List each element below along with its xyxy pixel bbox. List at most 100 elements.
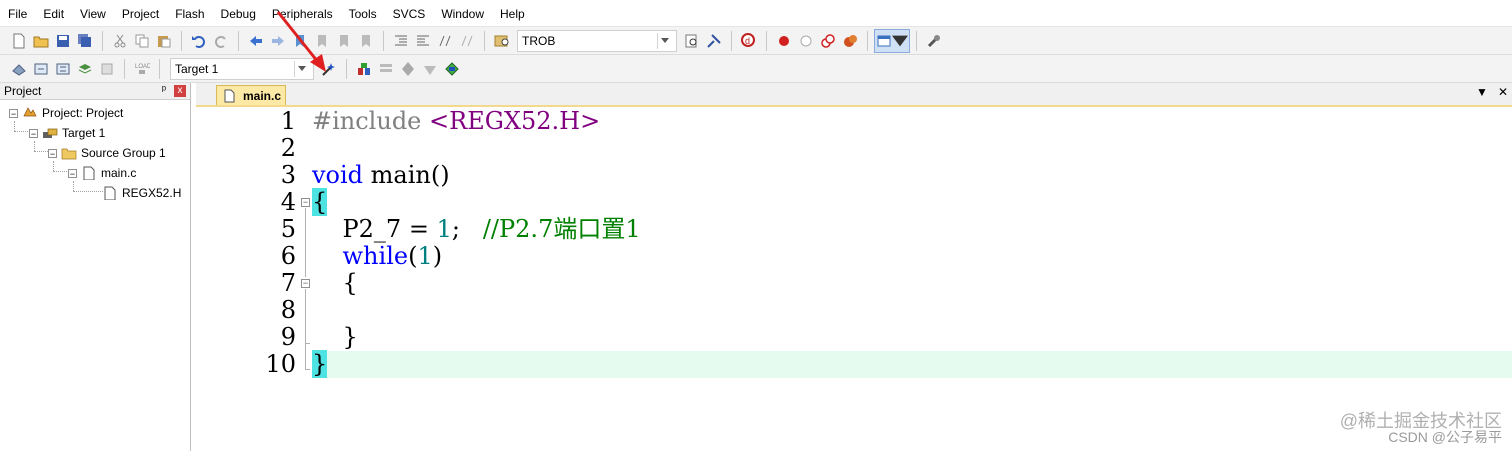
translate-icon[interactable]	[8, 58, 30, 80]
menu-window[interactable]: Window	[433, 0, 492, 26]
bookmark-next-icon[interactable]	[333, 30, 355, 52]
editor-pane: main.c ▼ ✕ 1 2 3 4 5 6 7 8 9 10 − − #inc…	[196, 83, 1512, 451]
menu-file[interactable]: File	[0, 0, 35, 26]
chevron-down-icon[interactable]	[294, 60, 309, 77]
manage-project-items-icon[interactable]	[353, 58, 375, 80]
bookmark-icon[interactable]	[289, 30, 311, 52]
code-line-6: while(1)	[312, 242, 443, 270]
line-number: 1	[280, 107, 296, 135]
collapse-icon[interactable]: −	[9, 108, 18, 118]
rebuild-icon[interactable]	[52, 58, 74, 80]
redo-icon[interactable]	[210, 30, 232, 52]
unindent-icon[interactable]	[412, 30, 434, 52]
find-icon[interactable]	[681, 30, 703, 52]
download-load-icon[interactable]: LOAD	[131, 58, 153, 80]
bookmark-clear-icon[interactable]	[355, 30, 377, 52]
new-file-icon[interactable]	[8, 30, 30, 52]
breakpoint-disable-all-icon[interactable]	[817, 30, 839, 52]
menu-flash[interactable]: Flash	[167, 0, 212, 26]
code-line-10: }	[312, 350, 328, 378]
file-icon	[104, 186, 116, 200]
line-number: 4	[280, 188, 296, 216]
preprocessor-token: #include	[312, 107, 422, 135]
select-packs-icon[interactable]	[375, 58, 397, 80]
target-select[interactable]: Target 1	[170, 57, 314, 80]
tree-project-root-label: Project: Project	[42, 106, 124, 120]
keyword-token: while	[312, 242, 409, 270]
collapse-icon[interactable]: −	[68, 168, 77, 178]
bookmark-prev-icon[interactable]	[311, 30, 333, 52]
svg-text:LOAD: LOAD	[135, 64, 150, 70]
options-for-target-icon[interactable]	[318, 58, 340, 80]
tree-target-label: Target 1	[62, 126, 106, 140]
incremental-find-icon[interactable]	[703, 30, 725, 52]
batch-build-icon[interactable]	[74, 58, 96, 80]
configure-wrench-icon[interactable]	[923, 30, 945, 52]
fold-toggle-icon[interactable]: −	[301, 198, 310, 207]
find-combo[interactable]: TROB	[517, 29, 677, 52]
manage-rte-icon[interactable]	[397, 58, 419, 80]
navigate-back-icon[interactable]	[245, 30, 267, 52]
collapse-icon[interactable]: −	[29, 128, 38, 138]
window-layout-icon[interactable]	[874, 28, 910, 53]
tree-file-header[interactable]: REGX52.H	[102, 184, 181, 202]
menu-debug[interactable]: Debug	[213, 0, 264, 26]
breakpoint-enable-icon[interactable]	[795, 30, 817, 52]
chevron-down-icon[interactable]	[657, 32, 672, 49]
find-in-files-icon[interactable]	[491, 30, 513, 52]
menu-view[interactable]: View	[72, 0, 114, 26]
save-icon[interactable]	[52, 30, 74, 52]
tree-source-group[interactable]: − Source Group 1	[48, 144, 166, 162]
line-number: 8	[280, 296, 296, 324]
copy-icon[interactable]	[131, 30, 153, 52]
code-editor[interactable]: #include <REGX52.H> void main() { P2_7 =…	[312, 107, 1512, 451]
close-icon[interactable]: x	[174, 85, 186, 97]
uncomment-icon[interactable]	[456, 30, 478, 52]
line-number: 2	[280, 134, 296, 162]
code-line-7: {	[312, 270, 358, 297]
comment-icon[interactable]	[434, 30, 456, 52]
fold-toggle-icon[interactable]: −	[301, 279, 310, 288]
breakpoint-insert-icon[interactable]	[773, 30, 795, 52]
debug-session-icon[interactable]: d	[738, 30, 760, 52]
find-combo-value: TROB	[522, 33, 556, 48]
menu-tools[interactable]: Tools	[341, 0, 385, 26]
open-folder-icon[interactable]	[30, 30, 52, 52]
menu-project[interactable]: Project	[114, 0, 167, 26]
undo-icon[interactable]	[188, 30, 210, 52]
pack-installer-icon[interactable]	[419, 58, 441, 80]
code-text: P2_7 =	[312, 215, 437, 243]
cut-icon[interactable]	[109, 30, 131, 52]
indent-icon[interactable]	[390, 30, 412, 52]
multi-project-icon[interactable]	[441, 58, 463, 80]
comment-token: //P2.7端口置1	[482, 215, 641, 243]
menu-svcs[interactable]: SVCS	[385, 0, 434, 26]
tab-list-icon[interactable]: ▼	[1476, 85, 1488, 99]
breakpoint-kill-all-icon[interactable]	[839, 30, 861, 52]
stop-build-icon[interactable]	[96, 58, 118, 80]
tree-project-root[interactable]: − Project: Project	[9, 104, 123, 122]
paste-icon[interactable]	[153, 30, 175, 52]
code-line-9: }	[312, 324, 358, 351]
menu-peripherals[interactable]: Peripherals	[264, 0, 341, 26]
build-toolbar: LOAD Target 1	[0, 55, 1512, 83]
menu-edit[interactable]: Edit	[35, 0, 72, 26]
line-number: 5	[280, 215, 296, 243]
menu-help[interactable]: Help	[492, 0, 533, 26]
file-icon	[83, 166, 95, 180]
target-icon	[43, 128, 58, 138]
line-number: 7	[280, 269, 296, 297]
close-tab-icon[interactable]: ✕	[1498, 85, 1508, 99]
watermark: @稀土掘金技术社区 CSDN @公子易平	[1340, 412, 1502, 445]
collapse-icon[interactable]: −	[48, 148, 57, 158]
navigate-forward-icon[interactable]	[267, 30, 289, 52]
file-toolbar: TROB d	[0, 27, 1512, 55]
number-token: 1	[436, 215, 452, 243]
matched-brace: }	[312, 350, 328, 378]
tab-main-c[interactable]: main.c	[216, 85, 286, 105]
pin-icon[interactable]: ᵖ	[162, 84, 166, 96]
save-all-icon[interactable]	[74, 30, 96, 52]
tree-target[interactable]: − Target 1	[29, 124, 105, 142]
build-icon[interactable]	[30, 58, 52, 80]
tree-file-main[interactable]: − main.c	[68, 164, 136, 182]
